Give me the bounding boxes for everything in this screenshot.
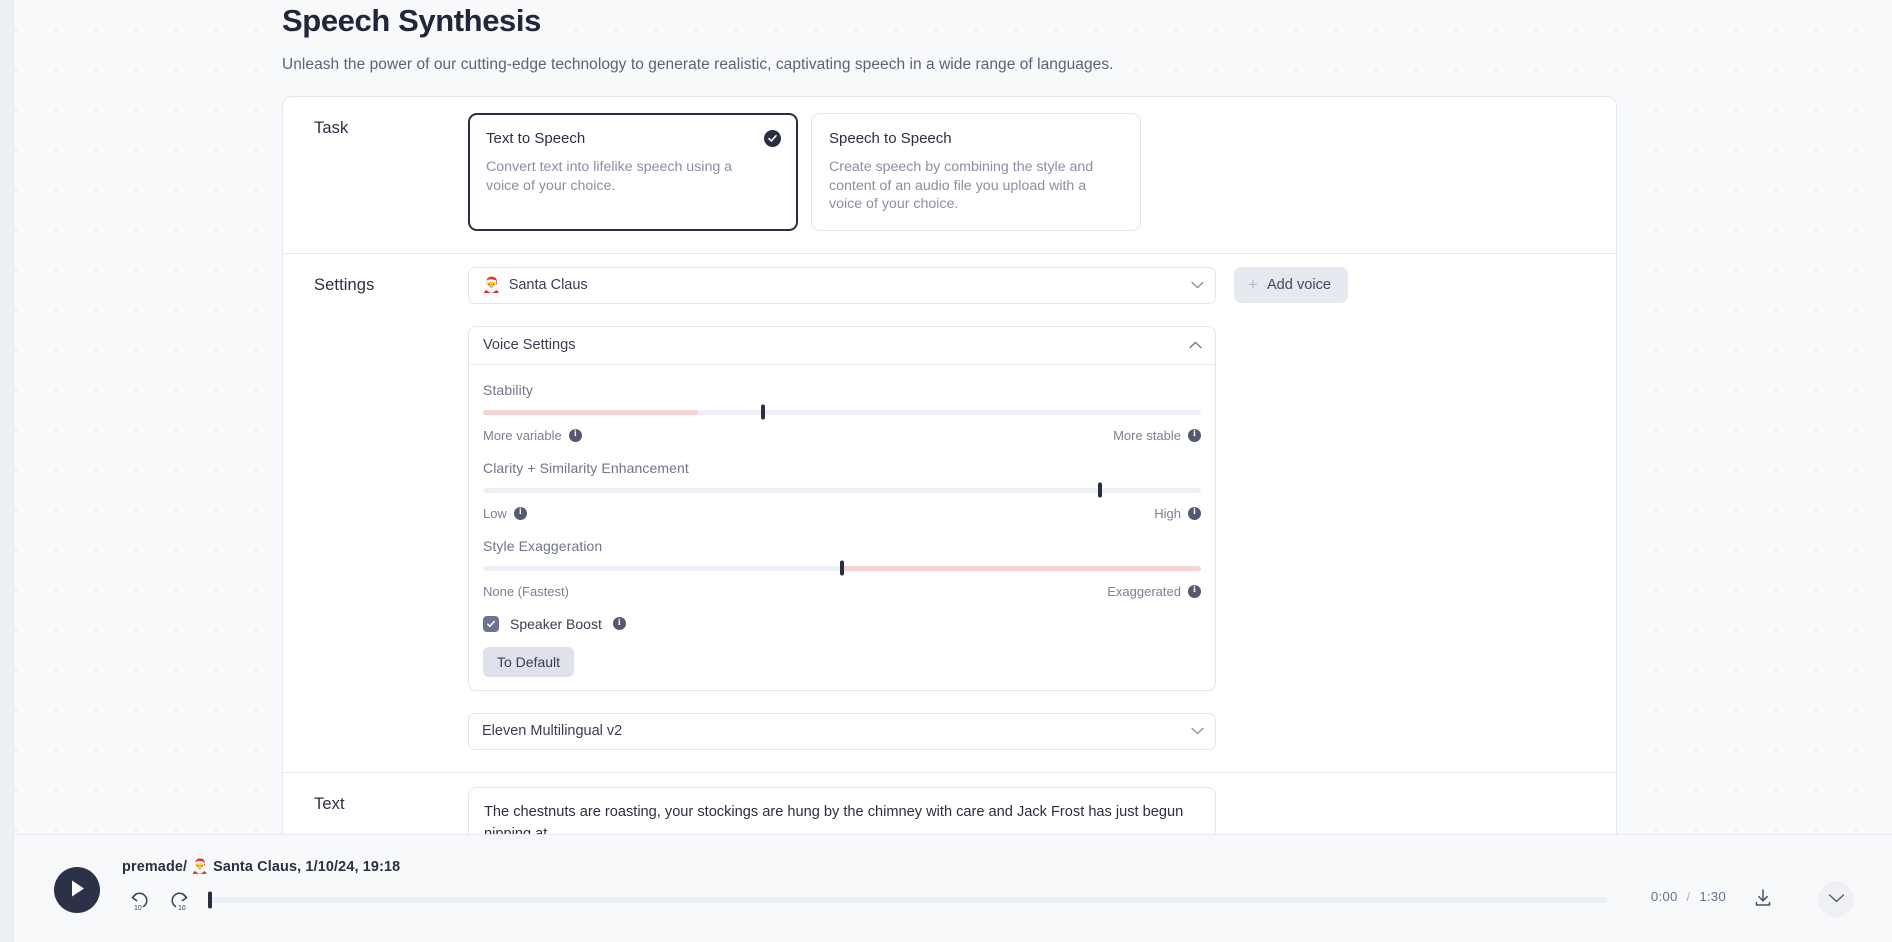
player-track-title: premade/ 🎅 Santa Claus, 1/10/24, 19:18 (122, 858, 400, 875)
page-subtitle: Unleash the power of our cutting-edge te… (282, 56, 1114, 73)
model-select-value: Eleven Multilingual v2 (482, 723, 623, 739)
collapse-player-button[interactable] (1818, 881, 1854, 917)
task-card-speech-to-speech[interactable]: Speech to Speech Create speech by combin… (811, 113, 1141, 231)
page-header: Speech Synthesis Unleash the power of ou… (282, 0, 1113, 75)
task-section: Task Text to Speech Convert text into li… (283, 97, 1616, 254)
model-select[interactable]: Eleven Multilingual v2 (468, 712, 1216, 750)
chevron-up-icon (1189, 337, 1202, 353)
slider-label: Style Exaggeration (483, 537, 603, 554)
chevron-down-icon (1828, 890, 1845, 908)
voice-select-value: Santa Claus (508, 277, 588, 293)
santa-emoji-icon: 🎅 (482, 277, 501, 294)
slider-thumb[interactable] (761, 404, 766, 420)
voice-select[interactable]: 🎅 Santa Claus (468, 266, 1216, 304)
clarity-slider-track[interactable] (483, 482, 1201, 498)
task-card-title: Text to Speech (486, 130, 586, 147)
slider-group-clarity: Clarity + Similarity Enhancement Low i H… (483, 460, 1201, 521)
voice-settings-header[interactable]: Voice Settings (469, 327, 1215, 365)
info-icon[interactable]: i (1188, 584, 1201, 598)
slider-right-end: Exaggerated i (1107, 584, 1201, 599)
task-section-label: Task (314, 119, 349, 137)
slider-right-label: High (1154, 505, 1181, 521)
santa-emoji-icon: 🎅 (191, 858, 209, 874)
voice-settings-body: Stability More variable i More stable i … (469, 365, 1215, 690)
info-icon[interactable]: i (513, 506, 527, 520)
play-button[interactable] (54, 867, 100, 913)
task-card-description: Convert text into lifelike speech using … (486, 159, 733, 194)
player-title-rest: Santa Claus, 1/10/24, 19:18 (213, 859, 401, 875)
player-title-prefix: premade/ (122, 859, 188, 875)
slider-thumb[interactable] (840, 560, 844, 576)
slider-end-labels: More variable i More stable i (483, 428, 1201, 443)
player-time-separator: / (1686, 889, 1691, 904)
slider-end-labels: None (Fastest) Exaggerated i (483, 584, 1201, 599)
task-section-body: Text to Speech Convert text into lifelik… (468, 97, 1616, 253)
audio-player-bar: premade/ 🎅 Santa Claus, 1/10/24, 19:18 1… (14, 834, 1892, 942)
slider-left-label: Low (483, 505, 507, 521)
svg-text:10: 10 (134, 905, 142, 912)
slider-left-label: More variable (483, 427, 562, 443)
slider-thumb[interactable] (1098, 482, 1103, 498)
slider-fill (842, 565, 1201, 571)
task-card-row: Text to Speech Convert text into lifelik… (468, 113, 1616, 231)
slider-end-labels: Low i High i (483, 506, 1201, 521)
settings-section-body: 🎅 Santa Claus + Add voice Voice Settings… (468, 254, 1616, 772)
left-rail (0, 0, 14, 942)
settings-section: Settings 🎅 Santa Claus + Add voice Voice… (283, 254, 1616, 773)
chevron-down-icon (1191, 723, 1204, 739)
player-progress-track[interactable] (208, 891, 1608, 909)
speaker-boost-label: Speaker Boost (510, 615, 602, 632)
player-current-time: 0:00 (1650, 889, 1678, 904)
info-icon[interactable]: i (1188, 428, 1201, 442)
slider-right-end: High i (1154, 506, 1201, 521)
style-slider-track[interactable] (483, 560, 1201, 576)
info-icon[interactable]: i (612, 617, 626, 630)
voice-settings-panel: Voice Settings Stability More variable i… (468, 325, 1216, 691)
slider-right-label: More stable (1113, 427, 1181, 443)
play-icon (69, 879, 86, 901)
settings-section-label: Settings (314, 275, 375, 294)
slider-label: Clarity + Similarity Enhancement (483, 459, 689, 476)
player-progress-thumb[interactable] (208, 891, 212, 909)
speaker-boost-checkbox[interactable] (483, 615, 499, 632)
slider-fill (483, 409, 699, 415)
main-card: Task Text to Speech Convert text into li… (282, 96, 1617, 930)
slider-right-label: Exaggerated (1107, 583, 1181, 599)
svg-text:10: 10 (178, 905, 186, 912)
check-circle-icon (764, 130, 781, 147)
rewind-10-icon[interactable]: 10 (126, 888, 152, 914)
player-total-time: 1:30 (1699, 889, 1726, 904)
info-icon[interactable]: i (1188, 506, 1201, 520)
slider-left-label: None (Fastest) (483, 583, 569, 599)
speaker-boost-row: Speaker Boost i (483, 615, 1201, 632)
slider-left-end: More variable i (483, 428, 582, 443)
slider-right-end: More stable i (1113, 428, 1201, 443)
plus-icon: + (1248, 275, 1258, 294)
slider-left-end: None (Fastest) (483, 584, 569, 599)
add-voice-label: Add voice (1266, 276, 1332, 293)
task-card-text-to-speech[interactable]: Text to Speech Convert text into lifelik… (468, 113, 798, 231)
to-default-button[interactable]: To Default (483, 646, 575, 677)
task-card-description: Create speech by combining the style and… (829, 159, 1094, 212)
page-title: Speech Synthesis (282, 3, 541, 38)
download-icon[interactable] (1752, 887, 1774, 909)
info-icon[interactable]: i (568, 428, 582, 442)
player-time-display: 0:00 / 1:30 (1651, 889, 1726, 904)
stability-slider-track[interactable] (483, 404, 1201, 420)
slider-label: Stability (483, 381, 533, 398)
add-voice-button[interactable]: + Add voice (1234, 266, 1349, 303)
chevron-down-icon (1191, 277, 1204, 293)
slider-group-style: Style Exaggeration None (Fastest) Exagge… (483, 538, 1201, 599)
slider-group-stability: Stability More variable i More stable i (483, 382, 1201, 443)
voice-settings-title: Voice Settings (483, 337, 576, 353)
page-root: Speech Synthesis Unleash the power of ou… (14, 0, 1892, 942)
voice-selector-row: 🎅 Santa Claus + Add voice (468, 266, 1616, 304)
forward-10-icon[interactable]: 10 (167, 888, 193, 914)
task-card-title: Speech to Speech (829, 130, 952, 147)
slider-left-end: Low i (483, 506, 527, 521)
